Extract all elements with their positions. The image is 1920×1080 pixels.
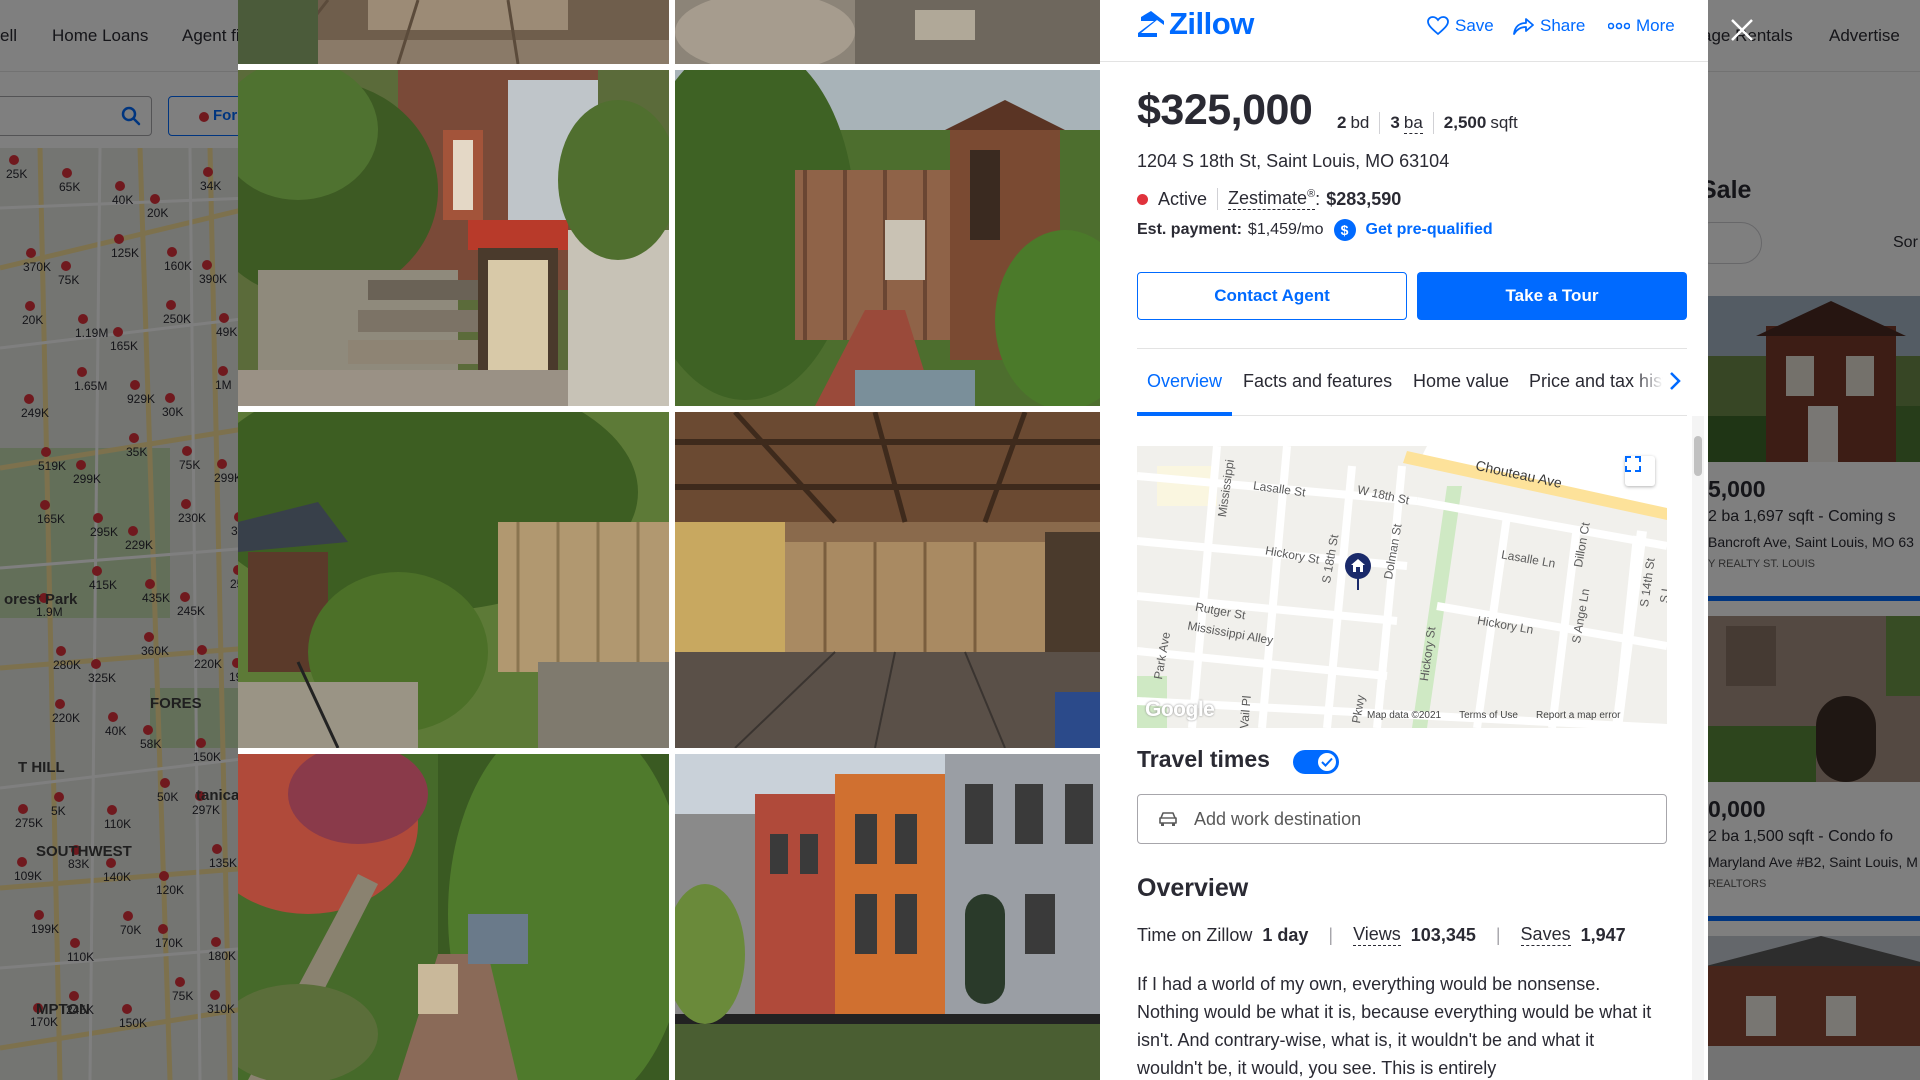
saves-value: 1,947 — [1580, 924, 1626, 945]
saves-label[interactable]: Saves — [1520, 924, 1571, 946]
panel-header: Zillow Save Share More — [1100, 0, 1708, 62]
divider — [1432, 112, 1434, 134]
divider — [1379, 112, 1381, 134]
more-icon — [1608, 22, 1630, 30]
dollar-icon: $ — [1333, 219, 1356, 241]
status-text: Active — [1158, 188, 1208, 209]
zillow-logo[interactable]: Zillow — [1137, 6, 1254, 42]
tab-home-value[interactable]: Home value — [1413, 371, 1509, 392]
map-label: Vail Pl — [1237, 695, 1254, 728]
work-destination-input[interactable]: Add work destination — [1137, 794, 1667, 844]
baths-value: 3 — [1390, 113, 1400, 132]
photo-townhouse-facade[interactable] — [675, 754, 1100, 1080]
toggle-knob — [1318, 753, 1336, 771]
zillow-logo-text: Zillow — [1169, 6, 1254, 41]
google-logo: Google — [1145, 698, 1215, 721]
share-icon — [1513, 18, 1534, 35]
listing-description: If I had a world of my own, everything w… — [1137, 974, 1652, 1078]
screen: ell Home Loans Agent fi age Rentals Adve… — [0, 0, 1920, 1080]
sqft-value: 2,500 — [1443, 113, 1487, 132]
share-button[interactable]: Share — [1512, 16, 1585, 36]
map-data-text: Map data ©2021 — [1367, 710, 1442, 721]
time-on-zillow-value: 1 day — [1262, 924, 1309, 945]
take-a-tour-button[interactable]: Take a Tour — [1417, 272, 1687, 320]
payment-row: Est. payment: $1,459/mo $ Get pre-qualif… — [1137, 219, 1493, 241]
payment-value: $1,459/mo — [1247, 221, 1324, 238]
tab-facts-and-features[interactable]: Facts and features — [1243, 371, 1392, 392]
status-row: Active Zestimate®: $283,590 — [1137, 188, 1401, 210]
active-tab-indicator — [1137, 412, 1232, 416]
zestimate-label[interactable]: Zestimate® — [1228, 188, 1316, 210]
property-details-panel: Zillow Save Share More $325,000 2 bd 3 b… — [1100, 0, 1708, 1080]
overview-heading: Overview — [1137, 874, 1249, 902]
property-address: 1204 S 18th St, Saint Louis, MO 63104 — [1137, 151, 1450, 171]
map-label: S L — [1657, 584, 1667, 604]
work-destination-placeholder: Add work destination — [1194, 808, 1362, 829]
heart-icon — [1427, 16, 1449, 36]
photo-red-tree-path[interactable] — [238, 754, 669, 1080]
home-facts: 2 bd 3 ba 2,500 sqft — [1337, 112, 1518, 134]
expand-icon — [1625, 456, 1641, 472]
beds-value: 2 — [1337, 113, 1347, 132]
map-pin-icon[interactable] — [1343, 552, 1373, 592]
check-icon — [1321, 757, 1333, 767]
photo-gallery — [238, 0, 1100, 1080]
photo-deck-top-right[interactable] — [675, 0, 1100, 64]
views-value: 103,345 — [1410, 924, 1476, 945]
photo-deck-top-left[interactable] — [238, 0, 669, 64]
contact-agent-button[interactable]: Contact Agent — [1137, 272, 1407, 320]
car-icon — [1159, 812, 1177, 826]
zestimate-value: $283,590 — [1326, 188, 1402, 209]
details-tabs: Overview Facts and features Home value P… — [1137, 348, 1687, 416]
travel-times-title: Travel times — [1137, 746, 1270, 772]
beds-unit: bd — [1350, 113, 1370, 132]
divider: | — [1495, 924, 1501, 945]
sqft-unit: sqft — [1490, 113, 1518, 132]
listing-stats: Time on Zillow 1 day | Views 103,345 | S… — [1137, 924, 1626, 946]
listing-price: $325,000 — [1137, 86, 1313, 134]
baths-unit[interactable]: ba — [1403, 113, 1423, 134]
travel-times-toggle[interactable] — [1293, 750, 1339, 774]
scrollbar-thumb[interactable] — [1694, 436, 1702, 476]
status-dot — [1137, 193, 1148, 205]
get-prequalified-link[interactable]: Get pre-qualified — [1366, 221, 1493, 239]
chevron-right-icon[interactable] — [1669, 371, 1681, 391]
close-icon[interactable] — [1722, 10, 1762, 50]
divider — [1217, 188, 1219, 210]
property-map[interactable]: Park Ave Mississippi Lasalle St W 18th S… — [1137, 446, 1667, 728]
scrollbar-track[interactable] — [1692, 416, 1704, 1080]
payment-label: Est. payment: — [1137, 221, 1242, 238]
more-button[interactable]: More — [1608, 16, 1675, 36]
report-map-error-link[interactable]: Report a map error — [1536, 710, 1620, 721]
zillow-logo-icon — [1138, 11, 1164, 37]
photo-garden-stairs[interactable] — [238, 70, 669, 406]
divider: | — [1328, 924, 1334, 945]
photo-covered-patio[interactable] — [675, 412, 1100, 748]
terms-of-use-link[interactable]: Terms of Use — [1459, 710, 1518, 721]
map-streets — [1137, 446, 1667, 728]
time-on-zillow-label: Time on Zillow — [1137, 924, 1253, 945]
expand-map-button[interactable] — [1625, 456, 1655, 486]
save-button[interactable]: Save — [1427, 16, 1494, 36]
tab-overview[interactable]: Overview — [1147, 371, 1222, 392]
photo-garden-pagoda[interactable] — [238, 412, 669, 748]
views-label[interactable]: Views — [1353, 924, 1401, 946]
map-attribution: Map data ©2021 Terms of Use Report a map… — [1367, 710, 1620, 721]
photo-garden-path-fence[interactable] — [675, 70, 1100, 406]
